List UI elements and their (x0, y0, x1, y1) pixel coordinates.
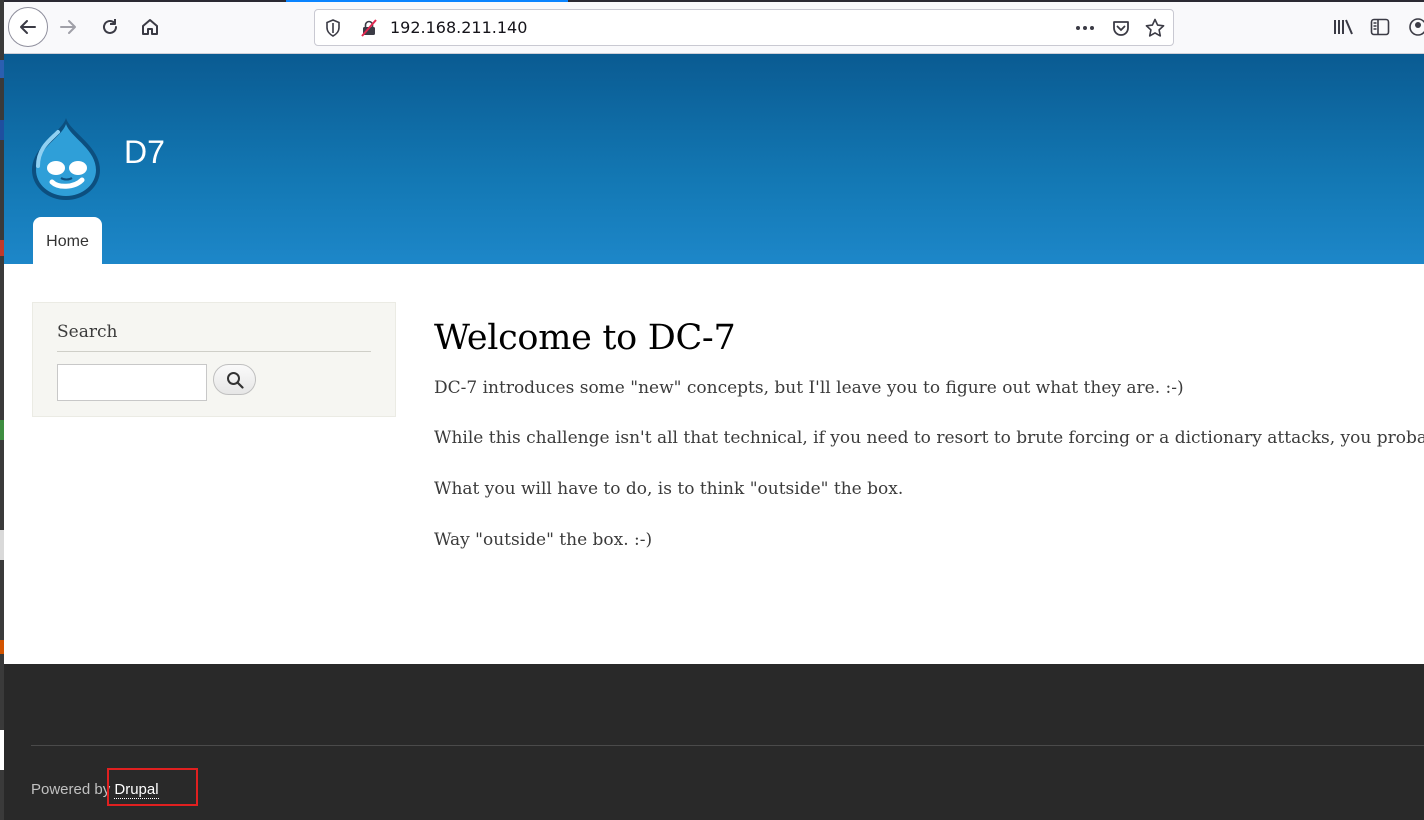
library-icon[interactable] (1326, 9, 1362, 45)
active-tab-indicator (286, 0, 568, 2)
search-button[interactable] (213, 364, 256, 395)
url-bar[interactable]: 192.168.211.140 (314, 9, 1174, 46)
paragraph: Way "outside" the box. :-) (434, 530, 653, 550)
powered-by-label: Powered by (31, 781, 115, 798)
reload-icon[interactable] (92, 9, 128, 45)
paragraph: What you will have to do, is to think "o… (434, 479, 904, 499)
pocket-icon[interactable] (1111, 18, 1131, 38)
drupal-logo-icon[interactable] (28, 116, 104, 202)
search-block-title: Search (57, 322, 118, 342)
search-input[interactable] (57, 364, 207, 401)
divider (31, 745, 1424, 746)
paragraph: While this challenge isn't all that tech… (434, 428, 1424, 448)
page-title: Welcome to DC-7 (434, 318, 736, 358)
highlight-box (107, 768, 198, 806)
search-block: Search (32, 302, 396, 417)
divider (57, 351, 371, 352)
site-name[interactable]: D7 (124, 134, 165, 171)
back-arrow-icon[interactable] (8, 7, 48, 47)
search-icon (226, 371, 244, 389)
sidebar-icon[interactable] (1362, 9, 1398, 45)
browser-toolbar: 192.168.211.140 (4, 0, 1424, 54)
site-footer: Powered by Drupal (4, 664, 1424, 820)
url-text[interactable]: 192.168.211.140 (390, 18, 527, 37)
forward-arrow-icon[interactable] (50, 9, 86, 45)
account-icon[interactable] (1400, 9, 1424, 45)
home-icon[interactable] (132, 9, 168, 45)
main-content: Welcome to DC-7 DC-7 introduces some "ne… (434, 318, 1424, 550)
insecure-connection-icon[interactable] (359, 18, 379, 38)
nav-tab-home[interactable]: Home (33, 217, 102, 264)
tab-strip-edge (568, 0, 1424, 2)
site-header: D7 Home (4, 54, 1424, 264)
paragraph: DC-7 introduces some "new" concepts, but… (434, 378, 1184, 398)
more-horizontal-icon[interactable] (1075, 18, 1095, 38)
star-icon[interactable] (1145, 18, 1165, 38)
shield-icon[interactable] (323, 18, 343, 38)
tab-strip-edge (4, 0, 286, 2)
